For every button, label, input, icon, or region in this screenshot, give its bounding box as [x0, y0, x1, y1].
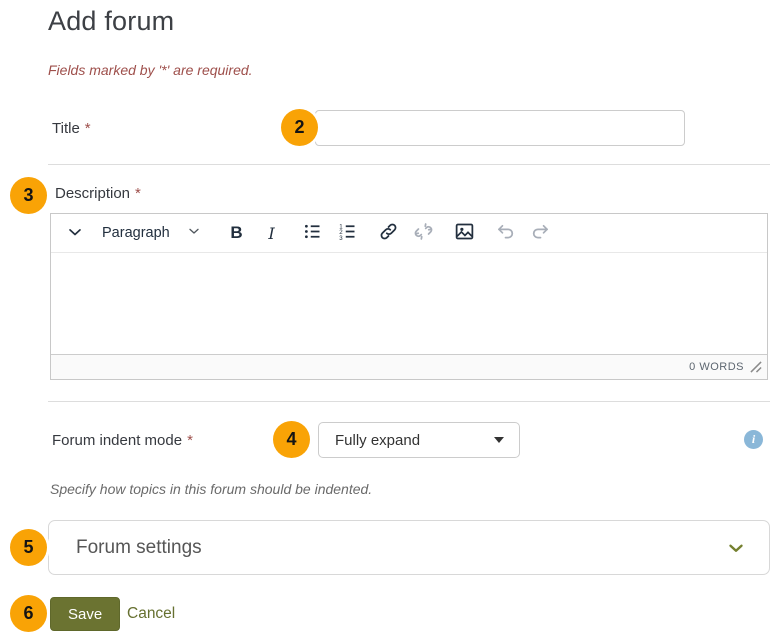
- undo-button[interactable]: [489, 218, 522, 248]
- required-note: Fields marked by '*' are required.: [48, 62, 253, 78]
- resize-grip[interactable]: [750, 361, 762, 373]
- caret-down-icon: [494, 437, 504, 443]
- indent-mode-label: Forum indent mode *: [52, 432, 193, 449]
- description-label-text: Description: [55, 185, 130, 202]
- description-rich-text-editor: Paragraph B I 123: [50, 213, 768, 380]
- add-forum-page: Add forum Fields marked by '*' are requi…: [0, 0, 780, 640]
- word-count: 0 WORDS: [689, 361, 744, 373]
- required-asterisk: *: [187, 432, 193, 449]
- divider: [48, 401, 770, 402]
- undo-icon: [495, 221, 516, 245]
- step-badge-5: 5: [10, 529, 47, 566]
- redo-icon: [530, 221, 551, 245]
- italic-button[interactable]: I: [255, 218, 288, 248]
- svg-text:3: 3: [339, 235, 343, 242]
- title-input[interactable]: [315, 110, 685, 146]
- required-asterisk: *: [85, 120, 91, 137]
- format-select-button[interactable]: Paragraph: [93, 218, 211, 248]
- bold-button[interactable]: B: [220, 218, 253, 248]
- description-editor-body[interactable]: [51, 253, 767, 354]
- indent-mode-select[interactable]: Fully expand: [318, 422, 520, 458]
- required-asterisk: *: [135, 185, 141, 202]
- format-select-value: Paragraph: [102, 225, 170, 241]
- title-label: Title *: [52, 120, 91, 137]
- insert-image-button[interactable]: [448, 218, 481, 248]
- page-title: Add forum: [48, 6, 174, 37]
- chevron-down-icon: [725, 537, 747, 559]
- remove-link-button[interactable]: [407, 218, 440, 248]
- redo-button[interactable]: [524, 218, 557, 248]
- italic-icon: I: [268, 224, 274, 243]
- bullet-list-button[interactable]: [296, 218, 329, 248]
- chevron-down-icon: [186, 223, 202, 243]
- description-label: Description *: [55, 185, 141, 202]
- forum-settings-label: Forum settings: [76, 537, 202, 559]
- unlink-icon: [413, 221, 434, 245]
- bullet-list-icon: [302, 221, 323, 245]
- info-icon[interactable]: i: [744, 430, 763, 449]
- step-badge-4: 4: [273, 421, 310, 458]
- save-button[interactable]: Save: [50, 597, 120, 631]
- indent-mode-selected-value: Fully expand: [335, 432, 420, 449]
- toolbar-toggle-button[interactable]: [58, 218, 91, 248]
- editor-toolbar: Paragraph B I 123: [51, 214, 767, 253]
- numbered-list-button[interactable]: 123: [331, 218, 364, 248]
- indent-mode-help-text: Specify how topics in this forum should …: [50, 481, 372, 497]
- insert-link-button[interactable]: [372, 218, 405, 248]
- indent-mode-label-text: Forum indent mode: [52, 432, 182, 449]
- title-label-text: Title: [52, 120, 80, 137]
- editor-statusbar: 0 WORDS: [51, 354, 767, 379]
- bold-icon: B: [230, 223, 242, 243]
- numbered-list-icon: 123: [337, 221, 358, 245]
- step-badge-3: 3: [10, 177, 47, 214]
- step-badge-6: 6: [10, 595, 47, 632]
- chevron-down-icon: [65, 222, 85, 245]
- step-badge-2: 2: [281, 109, 318, 146]
- forum-settings-section-toggle[interactable]: Forum settings: [48, 520, 770, 575]
- image-icon: [454, 221, 475, 245]
- divider: [48, 164, 770, 165]
- link-icon: [378, 221, 399, 245]
- cancel-link[interactable]: Cancel: [127, 605, 175, 623]
